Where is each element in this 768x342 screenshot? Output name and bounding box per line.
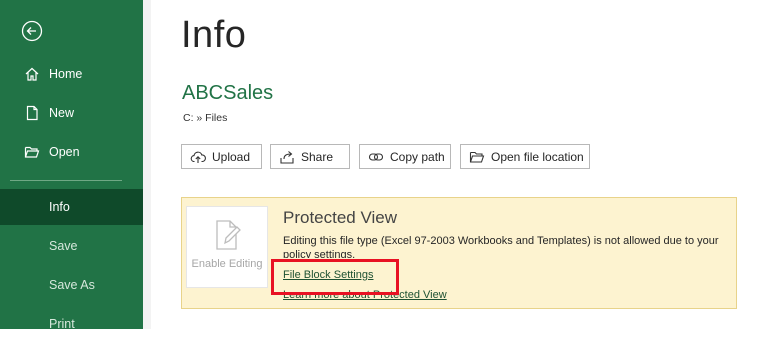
- share-button[interactable]: Share: [270, 144, 350, 169]
- protected-view-title: Protected View: [283, 208, 398, 227]
- file-path: C: » Files: [183, 112, 228, 124]
- protected-view-message: Editing this file type (Excel 97-2003 Wo…: [283, 235, 719, 258]
- protected-view-banner: Enable Editing Protected View Editing th…: [181, 197, 737, 309]
- share-icon: [279, 149, 295, 165]
- sidebar-item-label: New: [49, 106, 75, 120]
- sidebar-item-print[interactable]: Print: [0, 306, 143, 342]
- sidebar-item-label: Home: [49, 67, 83, 81]
- open-file-location-label: Open file location: [491, 149, 584, 164]
- sidebar-divider: [10, 180, 122, 181]
- upload-icon: [190, 149, 206, 165]
- sidebar-item-label: Save: [49, 239, 78, 253]
- share-label: Share: [301, 149, 334, 164]
- backstage-sidebar: Home New Open Info Save Save As Print: [0, 0, 143, 331]
- annotation-highlight-box: [271, 259, 399, 295]
- new-file-icon: [23, 104, 41, 122]
- edit-document-icon: [214, 219, 242, 251]
- sidebar-item-save[interactable]: Save: [0, 228, 143, 264]
- link-icon: [368, 149, 384, 165]
- upload-button[interactable]: Upload: [181, 144, 262, 169]
- open-file-location-button[interactable]: Open file location: [460, 144, 590, 169]
- file-name: ABCSales: [182, 82, 274, 104]
- sidebar-item-new[interactable]: New: [0, 95, 143, 131]
- folder-icon: [469, 149, 485, 165]
- enable-editing-label: Enable Editing: [191, 258, 263, 270]
- sidebar-item-home[interactable]: Home: [0, 56, 143, 92]
- sidebar-item-label: Open: [49, 145, 80, 159]
- sidebar-item-save-as[interactable]: Save As: [0, 267, 143, 303]
- enable-editing-button[interactable]: Enable Editing: [186, 206, 268, 288]
- back-arrow-icon[interactable]: [21, 20, 43, 42]
- home-icon: [23, 65, 41, 83]
- panel-gutter: [143, 0, 151, 329]
- sidebar-item-label: Info: [49, 200, 70, 214]
- page-title: Info: [181, 14, 247, 56]
- upload-label: Upload: [212, 149, 251, 164]
- sidebar-item-label: Save As: [49, 278, 95, 292]
- copy-path-button[interactable]: Copy path: [359, 144, 451, 169]
- folder-open-icon: [23, 143, 41, 161]
- sidebar-item-open[interactable]: Open: [0, 134, 143, 170]
- copy-path-label: Copy path: [390, 149, 445, 164]
- sidebar-item-info[interactable]: Info: [0, 189, 143, 225]
